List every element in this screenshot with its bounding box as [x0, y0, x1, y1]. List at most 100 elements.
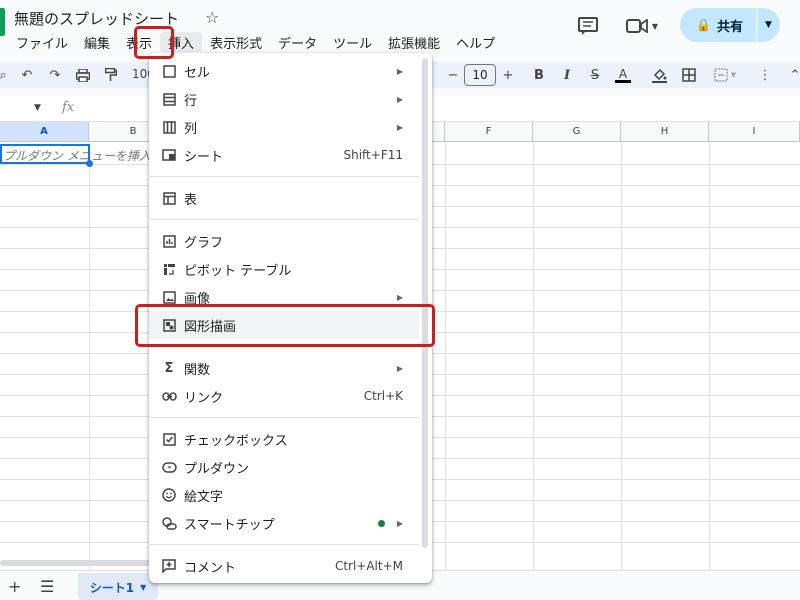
sigma-icon: Σ	[164, 360, 174, 376]
menu-data[interactable]: データ	[270, 32, 325, 52]
menu-item-label: コメント	[184, 560, 237, 576]
menu-item-emoji[interactable]: 絵文字	[149, 481, 419, 509]
submenu-arrow-icon: ▶	[396, 66, 403, 76]
image-icon	[161, 289, 177, 305]
search-icon[interactable]: ⌕	[0, 66, 12, 84]
menu-item-dropdown[interactable]: プルダウン	[149, 453, 419, 481]
smart-chip-icon	[161, 515, 177, 531]
comment-icon	[161, 558, 177, 574]
borders-icon[interactable]	[680, 66, 698, 84]
menu-divider	[149, 544, 419, 545]
highlight-drawing-item	[135, 304, 435, 347]
add-sheet-icon[interactable]: +	[8, 577, 21, 596]
column-header-g[interactable]: G	[533, 122, 621, 142]
sheet-tab-1[interactable]: シート1 ▼	[78, 573, 158, 600]
menu-extensions[interactable]: 拡張機能	[380, 32, 448, 52]
menu-item-smart-chips[interactable]: スマートチップ ▶	[149, 509, 419, 537]
collapse-toolbar-icon[interactable]: ⌃	[786, 66, 800, 84]
new-indicator-dot	[378, 519, 385, 527]
italic-icon[interactable]: I	[558, 66, 576, 84]
fill-color-icon[interactable]	[650, 66, 668, 84]
font-size-input[interactable]: 10	[464, 64, 496, 86]
share-button[interactable]: 🔒 共有 ▼	[680, 8, 780, 42]
submenu-arrow-icon: ▶	[396, 363, 403, 373]
menu-file[interactable]: ファイル	[8, 32, 76, 52]
column-header-f[interactable]: F	[445, 122, 533, 142]
menu-item-label: 行	[184, 93, 198, 109]
menu-item-label: 関数	[184, 362, 211, 378]
menu-divider	[149, 176, 419, 177]
menu-item-comment[interactable]: コメント Ctrl+Alt+M	[149, 552, 419, 580]
column-header-a[interactable]: A	[0, 122, 89, 142]
column-header-h[interactable]: H	[621, 122, 709, 142]
share-label: 共有	[716, 19, 743, 35]
print-icon[interactable]	[74, 66, 92, 84]
menu-item-cell[interactable]: セル ▶	[149, 57, 419, 85]
menu-bar: ファイル 編集 表示 挿入 表示形式 データ ツール 拡張機能 ヘルプ	[8, 32, 503, 52]
menu-divider	[149, 219, 419, 220]
share-main[interactable]: 🔒 共有	[680, 8, 756, 42]
decrease-font-size-icon[interactable]: −	[444, 66, 462, 84]
name-box-dropdown-icon[interactable]: ▼	[34, 103, 41, 113]
fx-icon: fx	[62, 100, 75, 115]
menu-item-label: プルダウン	[184, 461, 250, 477]
square-icon	[161, 63, 177, 79]
menu-item-label: チェックボックス	[184, 433, 288, 449]
bold-icon[interactable]: B	[530, 66, 548, 84]
menu-help[interactable]: ヘルプ	[448, 32, 503, 52]
menu-item-function[interactable]: Σ 関数 ▶	[149, 354, 419, 382]
star-icon[interactable]: ☆	[205, 8, 219, 27]
text-color-icon[interactable]: A	[614, 66, 632, 84]
all-sheets-icon[interactable]: ☰	[40, 577, 54, 596]
shortcut-label: Ctrl+Alt+M	[334, 559, 403, 573]
sheet-icon	[161, 147, 177, 163]
share-dropdown-icon[interactable]: ▼	[757, 20, 780, 30]
paint-format-icon[interactable]	[102, 66, 120, 84]
redo-icon[interactable]: ↷	[46, 66, 64, 84]
menu-tools[interactable]: ツール	[325, 32, 380, 52]
sheet-tab-label: シート1	[89, 580, 135, 595]
link-icon	[161, 388, 177, 404]
menu-item-pivot-table[interactable]: ピボット テーブル	[149, 255, 419, 283]
menu-item-column[interactable]: 列 ▶	[149, 113, 419, 141]
menu-edit[interactable]: 編集	[76, 32, 118, 52]
menu-item-label: 絵文字	[184, 489, 224, 505]
sheets-logo[interactable]	[0, 8, 5, 36]
highlight-insert-menu	[134, 26, 174, 59]
sheet-tab-dropdown-icon[interactable]: ▼	[140, 583, 146, 592]
menu-item-table[interactable]: 表	[149, 184, 419, 212]
menu-item-link[interactable]: リンク Ctrl+K	[149, 382, 419, 410]
checkbox-icon	[161, 431, 177, 447]
shortcut-label: Shift+F11	[343, 148, 403, 162]
selected-cell-a1[interactable]	[0, 144, 90, 164]
menu-scrollbar[interactable]	[422, 58, 428, 548]
menu-item-chart[interactable]: グラフ	[149, 227, 419, 255]
menu-item-label: スマートチップ	[184, 517, 275, 533]
strikethrough-icon[interactable]: S	[586, 66, 604, 84]
merge-cells-icon[interactable]: ▼	[710, 66, 740, 84]
column-header-i[interactable]: I	[709, 122, 800, 142]
menu-item-label: 列	[184, 121, 198, 137]
menu-item-label: ピボット テーブル	[184, 263, 292, 279]
more-options-icon[interactable]: ⋮	[756, 66, 774, 84]
fill-handle[interactable]	[86, 160, 93, 167]
menu-item-label: シート	[184, 149, 224, 165]
dropdown-icon	[161, 459, 177, 475]
comment-history-icon[interactable]	[575, 13, 601, 39]
meet-icon[interactable]: ▼	[622, 13, 662, 39]
chart-icon	[161, 233, 177, 249]
horizontal-scrollbar[interactable]	[0, 560, 150, 566]
shortcut-label: Ctrl+K	[363, 389, 403, 403]
submenu-arrow-icon: ▶	[396, 292, 403, 302]
pivot-icon	[161, 261, 177, 277]
menu-item-sheet[interactable]: シート Shift+F11	[149, 141, 419, 169]
submenu-arrow-icon: ▶	[396, 122, 403, 132]
increase-font-size-icon[interactable]: +	[499, 66, 517, 84]
menu-item-checkbox[interactable]: チェックボックス	[149, 425, 419, 453]
menu-item-label: 表	[184, 192, 198, 208]
menu-format[interactable]: 表示形式	[202, 32, 270, 52]
menu-item-row[interactable]: 行 ▶	[149, 85, 419, 113]
menu-item-label: セル	[184, 65, 211, 81]
undo-icon[interactable]: ↶	[18, 66, 36, 84]
menu-divider	[149, 417, 419, 418]
